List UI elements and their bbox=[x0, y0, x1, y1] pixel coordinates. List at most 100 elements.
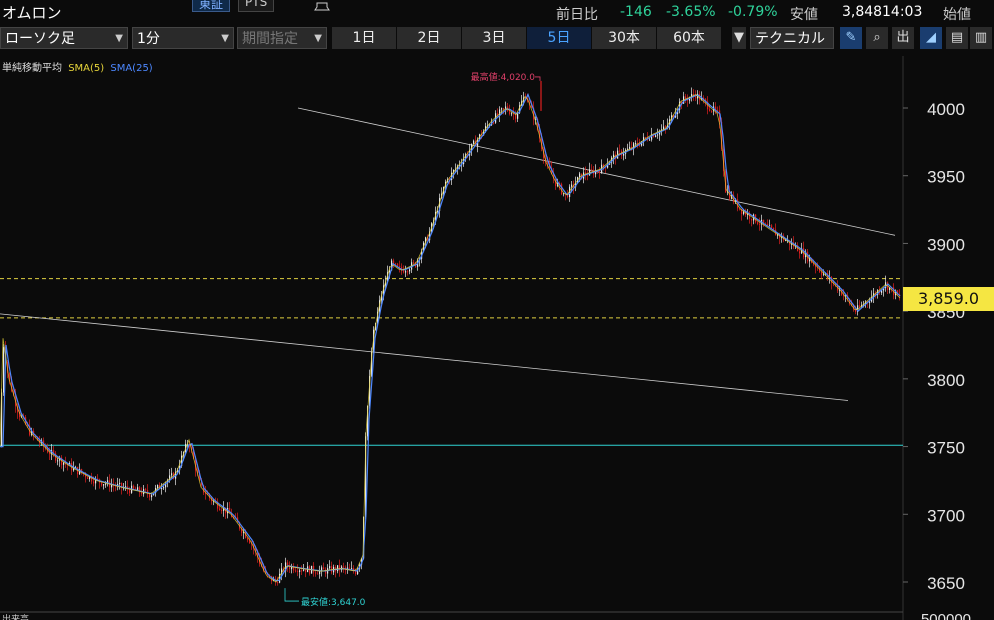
tab-3day[interactable]: 3日 bbox=[462, 27, 526, 49]
high-label-pointer bbox=[535, 76, 541, 81]
candle-body bbox=[315, 572, 317, 574]
candle-body bbox=[397, 263, 399, 267]
last-price-tag: 3,859.0 bbox=[903, 287, 994, 311]
dropdown-arrow-icon[interactable]: ▼ bbox=[732, 27, 746, 49]
volume-title: 出来高 bbox=[2, 613, 29, 620]
candle-body bbox=[503, 108, 505, 110]
stock-title: オムロン bbox=[2, 4, 62, 22]
tab-2day[interactable]: 2日 bbox=[397, 27, 461, 49]
change-pct-2: -0.79% bbox=[728, 4, 778, 20]
candle-body bbox=[655, 135, 657, 137]
interval-value: 1分 bbox=[137, 31, 160, 47]
pencil-icon[interactable]: ✎ bbox=[840, 27, 862, 49]
chart-style-icon[interactable]: 出 bbox=[892, 27, 914, 49]
chevron-down-icon: ▼ bbox=[115, 33, 123, 44]
change-pct: -3.65% bbox=[666, 4, 716, 20]
candle-body bbox=[579, 173, 581, 177]
candle-body bbox=[87, 477, 89, 480]
price-chart[interactable]: 最高値:4,020.0最安値:3,647.0400039503900385038… bbox=[0, 56, 994, 620]
candle-body bbox=[119, 482, 121, 485]
candle-body bbox=[247, 537, 249, 541]
zoom-icon[interactable]: ⌕ bbox=[866, 27, 888, 49]
tab-60bars[interactable]: 60本 bbox=[657, 27, 721, 49]
tab-pts[interactable]: PTS bbox=[238, 0, 275, 12]
candle-body bbox=[393, 260, 395, 264]
candle-body bbox=[329, 566, 331, 569]
candle-body bbox=[133, 485, 135, 489]
candle-body bbox=[859, 305, 861, 307]
candle-body bbox=[163, 487, 165, 489]
candle-body bbox=[501, 108, 503, 110]
candle-body bbox=[473, 140, 475, 144]
quote-time: 14:03 bbox=[882, 4, 923, 20]
tab-tosho[interactable]: 東証 bbox=[192, 0, 231, 12]
candle-body bbox=[149, 493, 151, 498]
area-chart-icon[interactable]: ◢ bbox=[920, 27, 942, 49]
tab-1day[interactable]: 1日 bbox=[332, 27, 396, 49]
candle-body bbox=[665, 126, 667, 128]
candle-body bbox=[343, 566, 345, 568]
period-select[interactable]: 期間指定 ▼ bbox=[237, 27, 327, 49]
volume-axis-label: 500000 bbox=[921, 611, 971, 620]
candle-body bbox=[101, 482, 103, 486]
candle-body bbox=[511, 113, 513, 115]
candle-body bbox=[757, 222, 759, 224]
candle-body bbox=[349, 567, 351, 569]
bell-icon[interactable] bbox=[312, 0, 332, 14]
candle-body bbox=[93, 481, 95, 484]
candle-body bbox=[161, 488, 163, 490]
chart-type-select[interactable]: ローソク足 ▼ bbox=[0, 27, 128, 49]
tab-30bars[interactable]: 30本 bbox=[592, 27, 656, 49]
candle-body bbox=[657, 134, 659, 136]
candle-body bbox=[591, 169, 593, 171]
y-tick-label: 4000 bbox=[927, 100, 965, 119]
interval-select[interactable]: 1分 ▼ bbox=[132, 27, 234, 49]
settings-icon[interactable]: ▥ bbox=[970, 27, 992, 49]
low-label-pointer bbox=[284, 588, 299, 602]
candle-body bbox=[759, 223, 761, 225]
candle-body bbox=[337, 565, 339, 572]
candle-body bbox=[355, 571, 357, 575]
chevron-down-icon: ▼ bbox=[314, 33, 322, 44]
change-value: -146 bbox=[620, 4, 652, 20]
candle-body bbox=[221, 510, 223, 512]
y-tick-label: 3950 bbox=[927, 168, 965, 187]
candle-body bbox=[623, 153, 625, 156]
candle-body bbox=[157, 485, 159, 488]
candle-body bbox=[403, 270, 405, 273]
tab-5day[interactable]: 5日 bbox=[527, 27, 591, 49]
candle-body bbox=[709, 109, 711, 111]
candle-body bbox=[295, 570, 297, 572]
candle-body bbox=[63, 462, 65, 465]
sma5-line bbox=[0, 94, 901, 583]
candle-body bbox=[321, 567, 323, 571]
prev-label: 前日比 bbox=[556, 7, 598, 23]
candle-body bbox=[619, 150, 621, 152]
trendline-1 bbox=[0, 313, 849, 401]
candle-body bbox=[289, 566, 291, 570]
y-tick-label: 3900 bbox=[927, 235, 965, 254]
candle-body bbox=[171, 473, 173, 476]
candle-body bbox=[313, 565, 315, 573]
technical-select[interactable]: テクニカル bbox=[750, 27, 834, 49]
low-value: 3,848 bbox=[842, 4, 883, 20]
candle-body bbox=[141, 492, 143, 495]
open-label: 始値 bbox=[943, 7, 971, 23]
candle-body bbox=[57, 460, 59, 462]
candle-body bbox=[299, 570, 301, 572]
y-tick-label: 3800 bbox=[927, 371, 965, 390]
candle-body bbox=[3, 347, 5, 393]
candle-body bbox=[599, 171, 601, 174]
low-label: 安値 bbox=[790, 7, 818, 23]
candle-body bbox=[399, 266, 401, 268]
candle-body bbox=[395, 263, 397, 265]
candle-body bbox=[413, 262, 415, 264]
candle-body bbox=[405, 271, 407, 273]
candle-body bbox=[323, 567, 325, 570]
candle-body bbox=[325, 569, 327, 574]
candle-body bbox=[145, 489, 147, 491]
period-value: 期間指定 bbox=[242, 31, 298, 47]
candle-body bbox=[317, 573, 319, 575]
save-icon[interactable]: ▤ bbox=[946, 27, 968, 49]
candle-body bbox=[571, 184, 573, 187]
